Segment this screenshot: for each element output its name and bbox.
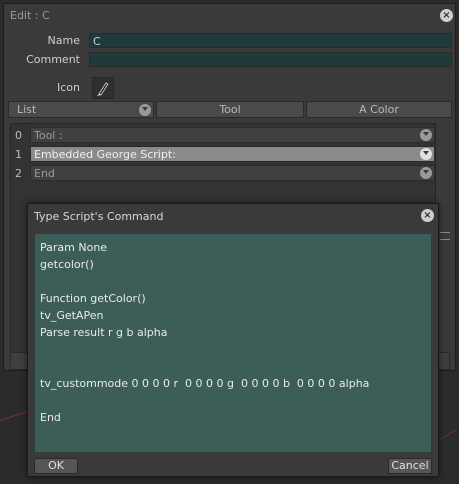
tool-button[interactable]: Tool	[156, 101, 304, 118]
edit-window-title: Edit : C	[4, 4, 455, 26]
list-item[interactable]: 1 Embedded George Script:	[11, 146, 435, 162]
row-index: 0	[15, 129, 22, 142]
script-dialog-title: Type Script's Command	[34, 210, 164, 223]
comment-input[interactable]	[89, 52, 452, 67]
row-index: 2	[15, 167, 22, 180]
name-input[interactable]: C	[89, 33, 452, 48]
ok-button[interactable]: OK	[34, 458, 78, 474]
cancel-button[interactable]: Cancel	[388, 458, 432, 474]
chevron-down-icon[interactable]	[420, 167, 432, 179]
row-text: End	[34, 167, 55, 180]
chevron-down-icon[interactable]	[420, 129, 432, 141]
row-text: Tool :	[34, 129, 63, 142]
script-editor[interactable]: Param None getcolor() Function getColor(…	[34, 233, 432, 453]
script-dialog: Type Script's Command × Param None getco…	[27, 203, 439, 477]
tool-button-label: Tool	[219, 103, 241, 116]
list-dropdown-label: List	[17, 103, 37, 116]
row-cell[interactable]: End	[30, 165, 435, 181]
icon-label: Icon	[57, 81, 80, 94]
comment-label: Comment	[26, 53, 80, 66]
pen-icon	[97, 82, 109, 96]
color-button-label: A Color	[359, 103, 399, 116]
dialog-close-icon[interactable]: ×	[421, 209, 434, 222]
row-index: 1	[15, 148, 22, 161]
row-cell[interactable]: Tool :	[30, 127, 435, 143]
list-dropdown[interactable]: List	[8, 101, 154, 118]
color-button[interactable]: A Color	[306, 101, 452, 118]
scrollbar-grip[interactable]	[440, 232, 450, 240]
list-item[interactable]: 2 End	[11, 165, 435, 181]
edit-close-icon[interactable]: ×	[440, 9, 453, 22]
canvas-stroke	[437, 429, 457, 441]
list-item[interactable]: 0 Tool :	[11, 127, 435, 143]
name-label: Name	[47, 34, 80, 47]
row-cell-selected[interactable]: Embedded George Script:	[30, 146, 435, 162]
row-text: Embedded George Script:	[34, 148, 176, 161]
canvas-stroke	[0, 410, 29, 421]
icon-picker[interactable]	[92, 77, 114, 99]
chevron-down-icon	[139, 104, 151, 116]
chevron-down-icon[interactable]	[420, 148, 432, 160]
